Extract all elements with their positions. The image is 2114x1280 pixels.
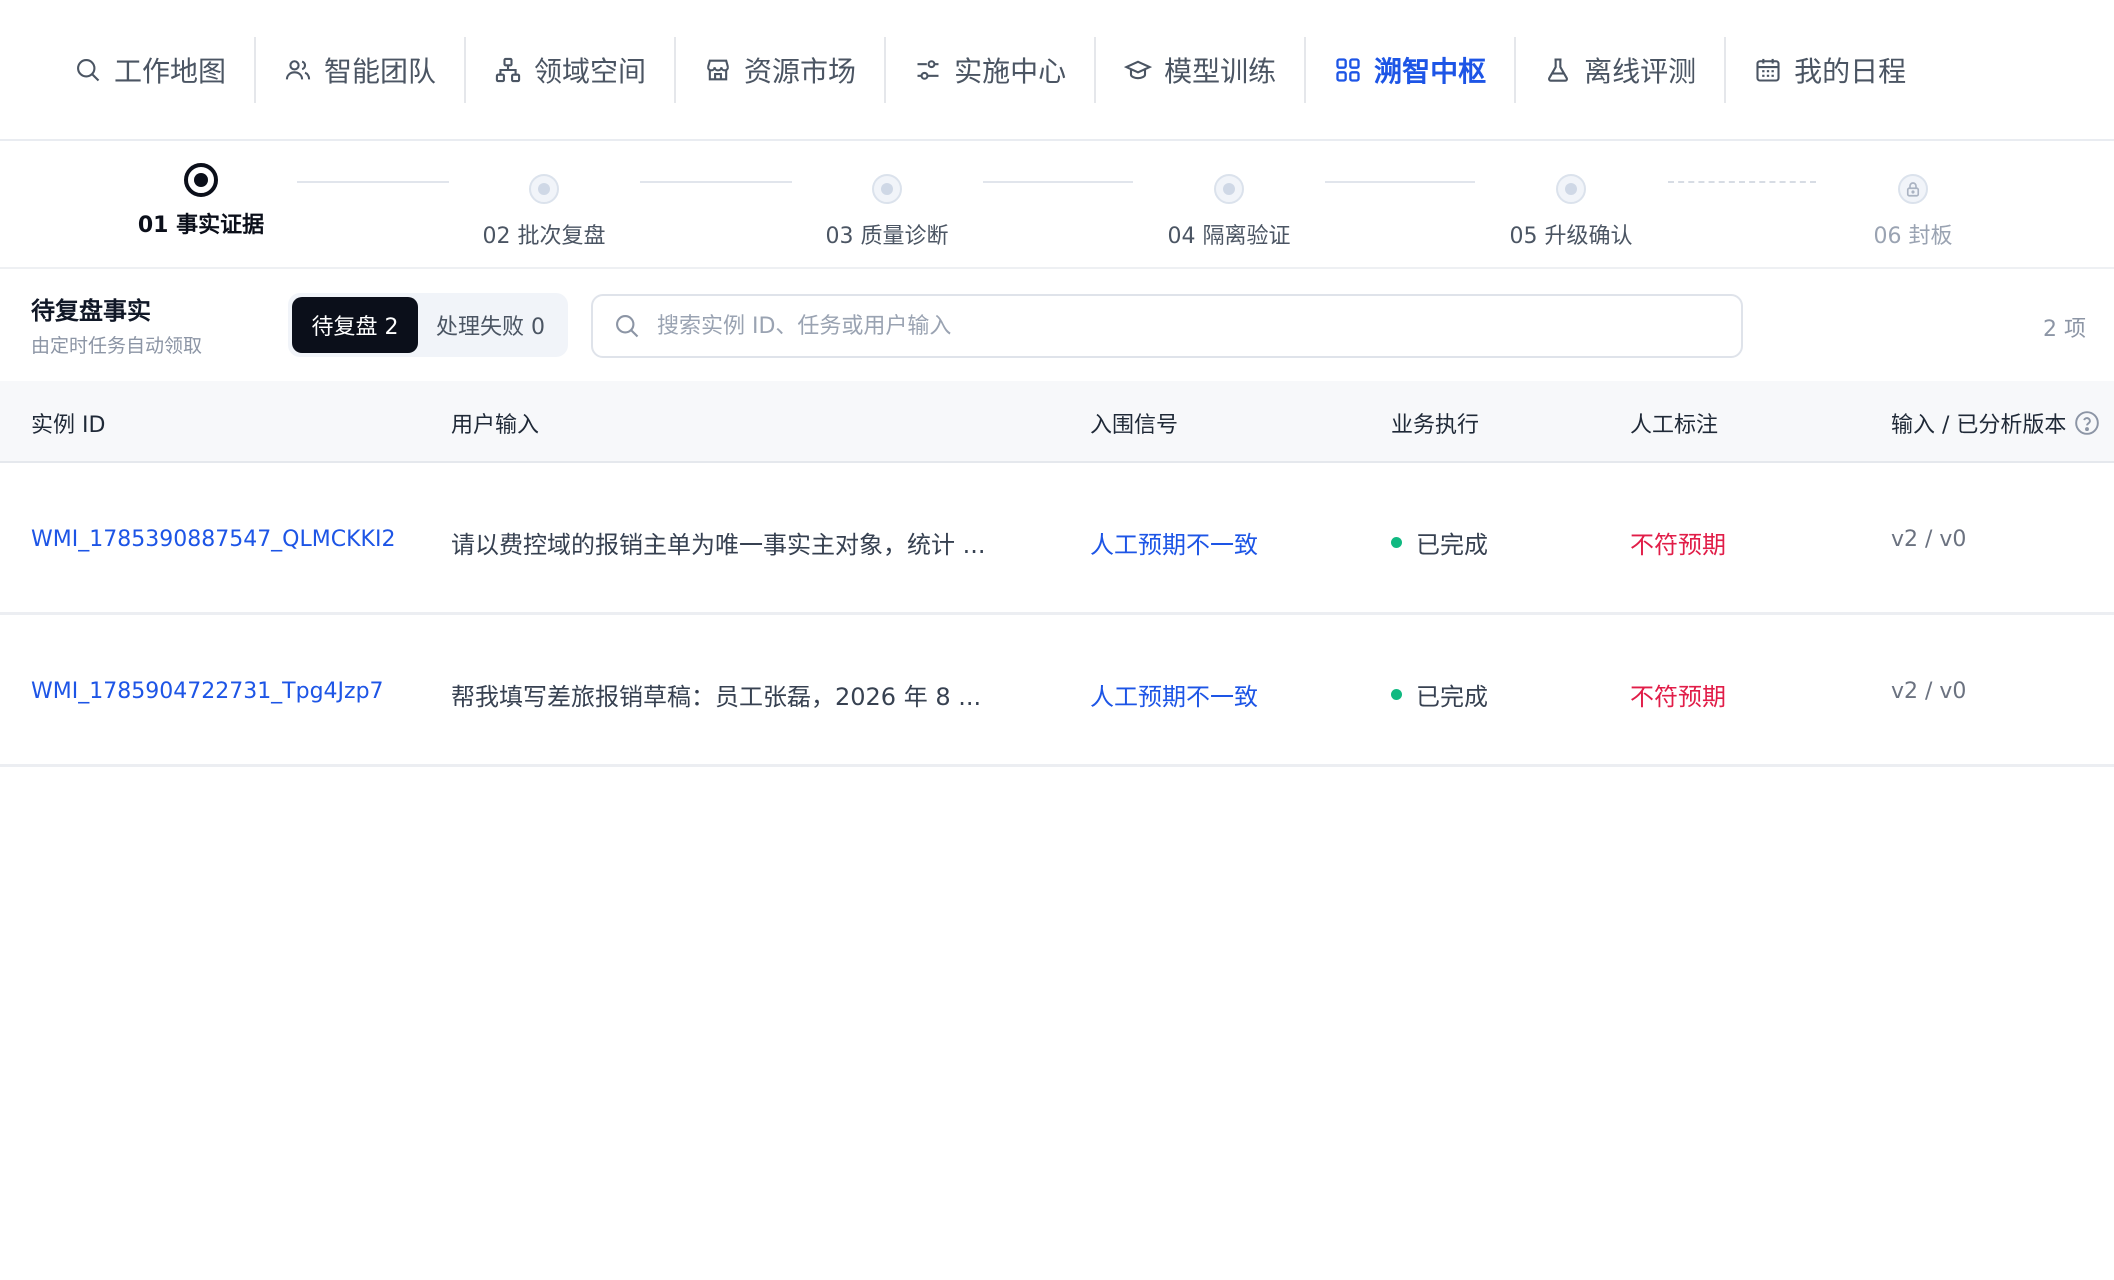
step-connector (1325, 181, 1475, 183)
user-input-cell: 帮我填写差旅报销草稿：员工张磊，2026 年 8 ... (451, 683, 982, 711)
instance-id-link[interactable]: WMI_1785904722731_Tpg4Jzp7 (31, 679, 384, 704)
step-connector (640, 181, 792, 183)
store-icon (707, 59, 730, 80)
table-row[interactable]: WMI_1785390887547_QLMCKKI2 请以费控域的报销主单为唯一… (0, 463, 2114, 615)
nav-item-domain-space[interactable]: 领域空间 (466, 0, 674, 140)
flask-icon (1548, 57, 1569, 82)
step-label: 02 批次复盘 (482, 224, 606, 249)
execution-status-label: 已完成 (1416, 683, 1488, 711)
nav-item-smart-team[interactable]: 智能团队 (256, 0, 464, 140)
execution-status-label: 已完成 (1416, 531, 1488, 559)
status-dot-icon (1391, 689, 1402, 700)
step-isolation-verify[interactable]: 04 隔离验证 (1129, 161, 1329, 250)
column-header-execution: 业务执行 (1391, 413, 1480, 438)
nav-item-offline-eval[interactable]: 离线评测 (1516, 0, 1724, 140)
nav-item-resource-market[interactable]: 资源市场 (676, 0, 884, 140)
execution-status: 已完成 (1391, 525, 1488, 560)
help-icon[interactable] (2074, 410, 2100, 436)
column-header-version: 输入 / 已分析版本 (1891, 407, 2100, 439)
tab-failed[interactable]: 处理失败 0 (418, 297, 563, 353)
section-subtitle: 由定时任务自动领取 (31, 335, 203, 357)
item-count: 2 项 (2043, 317, 2086, 342)
table-row[interactable]: WMI_1785904722731_Tpg4Jzp7 帮我填写差旅报销草稿：员工… (0, 615, 2114, 767)
column-header-annotation: 人工标注 (1630, 413, 1719, 438)
nav-item-implementation-center[interactable]: 实施中心 (886, 0, 1094, 140)
process-stepper: 01 事实证据 02 批次复盘 03 质量诊断 04 隔离验证 05 升级确认 … (0, 141, 2114, 269)
section-title: 待复盘事实 (31, 297, 151, 325)
nav-item-traceback-hub[interactable]: 溯智中枢 (1306, 0, 1514, 140)
annotation-cell: 不符预期 (1630, 531, 1726, 559)
column-header-instance-id: 实例 ID (31, 413, 106, 438)
column-header-signal: 入围信号 (1090, 413, 1179, 438)
step-pending-icon (872, 174, 902, 204)
users-icon (285, 59, 311, 79)
step-connector-dashed (1668, 181, 1816, 183)
step-connector (983, 181, 1133, 183)
step-quality-diagnosis[interactable]: 03 质量诊断 (787, 161, 987, 250)
list-toolbar: 待复盘事实 由定时任务自动领取 待复盘 2 处理失败 0 2 项 (0, 269, 2114, 381)
table-header: 实例 ID 用户输入 入围信号 业务执行 人工标注 输入 / 已分析版本 (0, 381, 2114, 463)
nav-item-label: 资源市场 (744, 54, 857, 88)
step-label: 04 隔离验证 (1167, 224, 1291, 249)
step-seal[interactable]: 06 封板 (1813, 161, 2013, 250)
version-cell: v2 / v0 (1891, 527, 1967, 552)
nav-item-work-map[interactable]: 工作地图 (46, 0, 254, 140)
nav-item-label: 离线评测 (1584, 54, 1697, 88)
nav-item-label: 智能团队 (324, 54, 437, 88)
tab-pending-review[interactable]: 待复盘 2 (292, 297, 418, 353)
grid-icon (1336, 57, 1360, 82)
nav-item-my-schedule[interactable]: 我的日程 (1726, 0, 1934, 140)
status-dot-icon (1391, 537, 1402, 548)
step-label: 05 升级确认 (1509, 224, 1633, 249)
step-upgrade-confirm[interactable]: 05 升级确认 (1471, 161, 1671, 250)
top-nav: 工作地图 智能团队 领域空间 资源市场 实施中心 模型训练 溯智中枢 离线评测 … (0, 0, 2114, 141)
signal-link[interactable]: 人工预期不一致 (1090, 677, 1258, 712)
step-fact-evidence[interactable]: 01 事实证据 (101, 161, 301, 239)
step-current-icon (184, 163, 218, 197)
column-header-user-input: 用户输入 (451, 413, 540, 438)
app-window: 工作地图 智能团队 领域空间 资源市场 实施中心 模型训练 溯智中枢 离线评测 … (0, 0, 2114, 1280)
sliders-icon (917, 59, 939, 80)
calendar-icon (1756, 58, 1780, 82)
step-label: 01 事实证据 (137, 213, 265, 238)
nav-item-label: 溯智中枢 (1374, 54, 1487, 88)
signal-link[interactable]: 人工预期不一致 (1090, 525, 1258, 560)
step-pending-icon (529, 174, 559, 204)
hierarchy-icon (495, 57, 521, 82)
step-label: 03 质量诊断 (825, 224, 949, 249)
step-label: 06 封板 (1873, 224, 1953, 249)
instance-id-link[interactable]: WMI_1785390887547_QLMCKKI2 (31, 527, 395, 552)
nav-item-label: 工作地图 (114, 54, 227, 88)
search-icon (77, 58, 100, 81)
user-input-cell: 请以费控域的报销主单为唯一事实主对象，统计 ... (451, 531, 986, 559)
step-locked-icon (1898, 174, 1928, 204)
execution-status: 已完成 (1391, 677, 1488, 712)
annotation-cell: 不符预期 (1630, 683, 1726, 711)
search-icon (616, 315, 639, 338)
step-connector (297, 181, 449, 183)
nav-item-label: 我的日程 (1794, 54, 1907, 88)
search-box (591, 294, 1743, 358)
step-batch-review[interactable]: 02 批次复盘 (444, 161, 644, 250)
step-pending-icon (1214, 174, 1244, 204)
graduation-cap-icon (1124, 60, 1153, 79)
step-pending-icon (1556, 174, 1586, 204)
status-tabs: 待复盘 2 处理失败 0 (288, 293, 568, 357)
nav-item-label: 模型训练 (1164, 54, 1277, 88)
lock-icon (1906, 182, 1920, 197)
nav-item-model-training[interactable]: 模型训练 (1096, 0, 1304, 140)
version-cell: v2 / v0 (1891, 679, 1967, 704)
nav-item-label: 领域空间 (534, 54, 647, 88)
nav-item-label: 实施中心 (954, 54, 1067, 88)
search-input[interactable] (657, 313, 1717, 339)
